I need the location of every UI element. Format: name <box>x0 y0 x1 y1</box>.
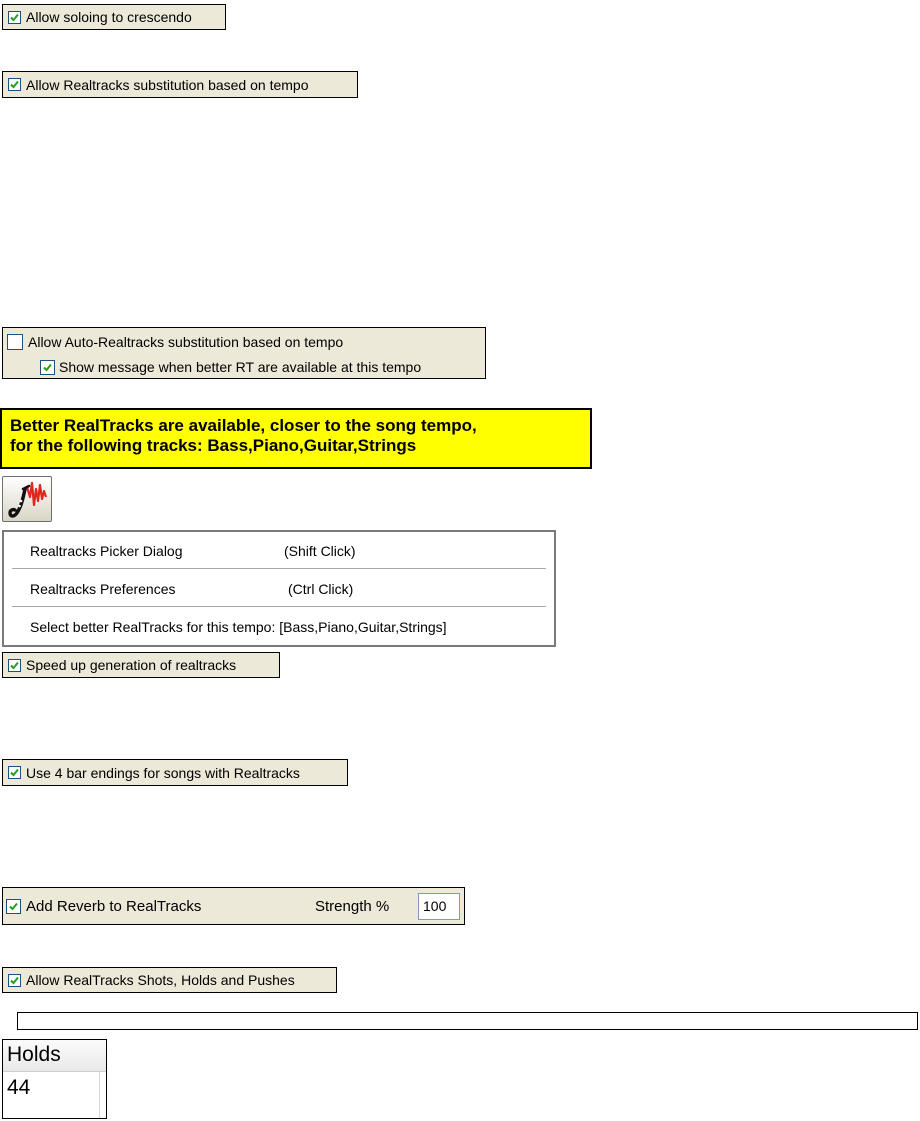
checkmark-icon <box>43 363 52 371</box>
menu-item-realtracks-picker[interactable]: Realtracks Picker Dialog (Shift Click) <box>30 532 356 570</box>
better-realtracks-banner: Better RealTracks are available, closer … <box>0 408 592 469</box>
auto-rt-substitution-option: Allow Auto-Realtracks substitution based… <box>7 334 343 350</box>
auto-rt-substitution-group: Allow Auto-Realtracks substitution based… <box>2 327 486 379</box>
menu-item-realtracks-preferences[interactable]: Realtracks Preferences (Ctrl Click) <box>30 570 353 608</box>
soloing-crescendo-option: Allow soloing to crescendo <box>2 4 226 30</box>
add-reverb-label: Add Reverb to RealTracks <box>26 898 202 915</box>
speed-up-generation-checkbox[interactable] <box>8 658 21 672</box>
four-bar-endings-checkbox[interactable] <box>8 766 21 779</box>
shots-holds-pushes-option: Allow RealTracks Shots, Holds and Pushes <box>2 967 337 993</box>
show-better-rt-message-label: Show message when better RT are availabl… <box>59 359 422 375</box>
checkmark-icon <box>10 661 19 669</box>
rt-substitution-tempo-option: Allow Realtracks substitution based on t… <box>2 71 358 98</box>
menu-item-select-better-realtracks[interactable]: Select better RealTracks for this tempo:… <box>30 608 447 646</box>
rt-substitution-tempo-label: Allow Realtracks substitution based on t… <box>26 76 309 93</box>
checkmark-icon <box>10 13 19 21</box>
banner-line-2: for the following tracks: Bass,Piano,Gui… <box>10 436 417 455</box>
realtracks-button[interactable] <box>2 476 52 522</box>
show-better-rt-message-option: Show message when better RT are availabl… <box>40 359 421 375</box>
add-reverb-row: Add Reverb to RealTracks <box>6 898 201 915</box>
holds-column-header[interactable]: Holds <box>3 1040 106 1072</box>
four-bar-endings-label: Use 4 bar endings for songs with Realtra… <box>26 764 300 781</box>
rt-substitution-tempo-checkbox[interactable] <box>8 78 21 91</box>
four-bar-endings-option: Use 4 bar endings for songs with Realtra… <box>2 759 348 786</box>
speed-up-generation-option: Speed up generation of realtracks <box>2 652 280 678</box>
soloing-crescendo-checkbox[interactable] <box>8 10 21 24</box>
soloing-crescendo-label: Allow soloing to crescendo <box>26 9 192 25</box>
menu-item-label: Select better RealTracks for this tempo:… <box>30 619 447 635</box>
shots-holds-pushes-label: Allow RealTracks Shots, Holds and Pushes <box>26 972 295 988</box>
menu-item-shortcut: (Shift Click) <box>284 543 356 559</box>
checkmark-icon <box>10 80 19 89</box>
show-better-rt-message-checkbox[interactable] <box>40 359 55 375</box>
checkmark-icon <box>10 976 19 984</box>
add-reverb-checkbox[interactable] <box>6 899 21 914</box>
menu-item-label: Realtracks Preferences <box>30 581 176 597</box>
holds-value-cell[interactable]: 44 <box>3 1074 99 1104</box>
empty-strip <box>17 1012 918 1030</box>
checkmark-icon <box>10 768 19 777</box>
add-reverb-option: Add Reverb to RealTracks Strength % 100 <box>2 887 465 925</box>
holds-column: Holds 44 <box>2 1039 107 1119</box>
realtracks-context-menu: Realtracks Picker Dialog (Shift Click) R… <box>2 530 556 647</box>
auto-rt-substitution-label: Allow Auto-Realtracks substitution based… <box>28 334 344 350</box>
auto-rt-substitution-checkbox[interactable] <box>7 334 23 350</box>
menu-item-shortcut: (Ctrl Click) <box>288 581 354 597</box>
reverb-strength-input[interactable]: 100 <box>418 893 460 920</box>
banner-line-1: Better RealTracks are available, closer … <box>10 416 477 435</box>
reverb-strength-label: Strength % <box>315 898 390 915</box>
shots-holds-pushes-checkbox[interactable] <box>8 973 21 987</box>
speed-up-generation-label: Speed up generation of realtracks <box>26 657 237 673</box>
saxophone-waveform-icon <box>8 481 48 518</box>
menu-item-label: Realtracks Picker Dialog <box>30 543 183 559</box>
checkmark-icon <box>9 902 18 911</box>
